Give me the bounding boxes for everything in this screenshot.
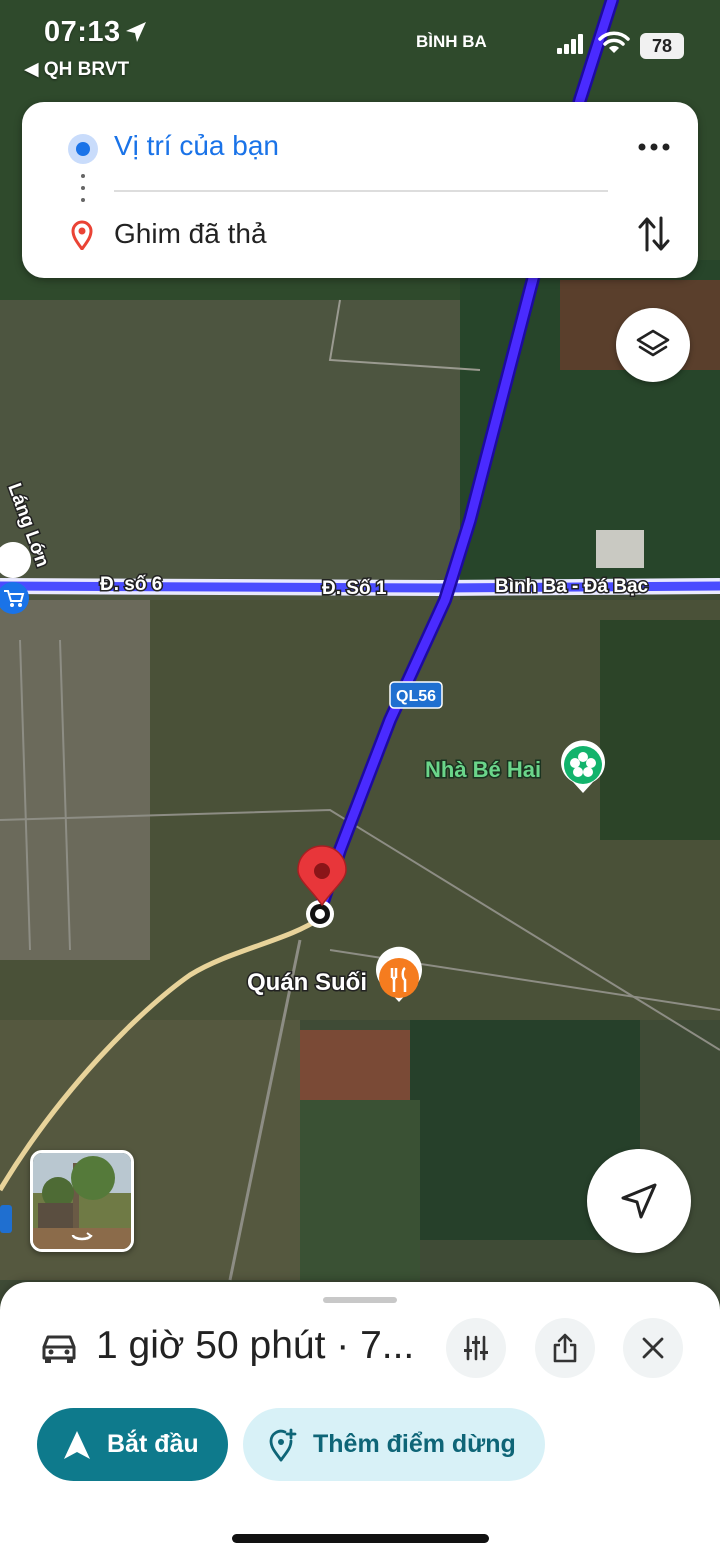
highway-badge: QL56 [389, 681, 443, 709]
wifi-icon [598, 31, 630, 53]
start-navigation-button[interactable]: Bắt đầu [37, 1408, 228, 1481]
highway-badge-label: QL56 [396, 688, 436, 705]
route-duration: 1 giờ 50 phút · 7... [96, 1324, 415, 1367]
poi-label-restaurant[interactable]: Quán Suối [246, 968, 369, 998]
navigation-arrow-icon [621, 1183, 657, 1219]
location-arrow-icon [126, 22, 146, 42]
add-stop-label: Thêm điểm dừng [313, 1430, 516, 1458]
navigation-icon [64, 1431, 90, 1459]
field-divider [114, 190, 608, 192]
tune-icon [464, 1335, 488, 1361]
sheet-drag-handle[interactable] [323, 1297, 397, 1303]
poi-label-nursery[interactable]: Nhà Bé Hai [424, 756, 543, 784]
street-view-thumbnail[interactable] [30, 1150, 134, 1252]
route-options-button[interactable] [446, 1318, 506, 1378]
start-label: Bắt đầu [107, 1430, 199, 1458]
share-icon [553, 1333, 577, 1363]
battery-indicator: 78 [640, 33, 684, 59]
back-to-app-link[interactable]: ◀ QH BRVT [24, 58, 129, 81]
street-label-binhba: Bình Ba - Đá Bạc [495, 576, 649, 597]
my-location-button[interactable] [587, 1149, 691, 1253]
route-card: Vị trí của bạn Ghim đã thả [22, 102, 698, 278]
street-view-photo [33, 1153, 131, 1249]
origin-dot-icon [68, 134, 98, 164]
status-bar: 07:13 ◀ QH BRVT 78 [0, 0, 720, 90]
close-icon [642, 1337, 664, 1359]
directions-sheet: 1 giờ 50 phút · 7... Bắt đầu Thêm điểm d… [0, 1282, 720, 1559]
street-label-so1: Đ. Số 1 [322, 578, 387, 599]
add-stop-button[interactable]: Thêm điểm dừng [243, 1408, 545, 1481]
share-button[interactable] [535, 1318, 595, 1378]
more-options-icon[interactable] [634, 132, 674, 162]
home-indicator[interactable] [232, 1534, 489, 1543]
status-time: 07:13 [44, 16, 121, 48]
swap-icon[interactable] [637, 214, 671, 254]
close-button[interactable] [623, 1318, 683, 1378]
add-location-icon [269, 1428, 297, 1462]
route-connector [81, 174, 85, 210]
origin-field[interactable]: Vị trí của bạn [114, 130, 279, 162]
layers-icon [636, 329, 670, 357]
street-label-so6: Đ. số 6 [100, 574, 162, 595]
destination-pin-icon [71, 220, 93, 250]
destination-field[interactable]: Ghim đã thả [114, 218, 267, 250]
signal-icon [557, 34, 583, 54]
layers-button[interactable] [616, 308, 690, 382]
car-icon [42, 1335, 76, 1363]
